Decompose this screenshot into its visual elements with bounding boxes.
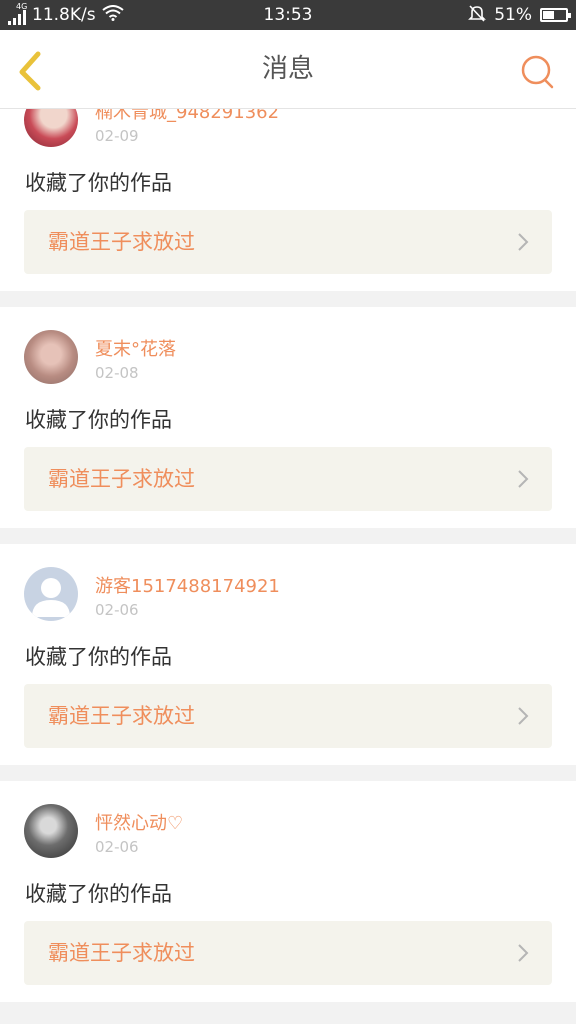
work-link[interactable]: 霸道王子求放过: [24, 684, 552, 748]
message-card: 怦然心动♡ 02-06 收藏了你的作品 霸道王子求放过: [0, 781, 576, 1002]
message-action: 收藏了你的作品: [25, 408, 172, 432]
default-user-icon: [32, 578, 70, 617]
message-action: 收藏了你的作品: [25, 645, 172, 669]
work-link[interactable]: 霸道王子求放过: [24, 921, 552, 985]
message-date: 02-08: [95, 364, 139, 382]
chevron-right-icon: [518, 470, 529, 488]
username[interactable]: 怦然心动♡: [95, 809, 183, 835]
chevron-right-icon: [518, 944, 529, 962]
username[interactable]: 夏末°花落: [95, 335, 176, 361]
app-header: 消息: [0, 30, 576, 109]
work-title: 霸道王子求放过: [48, 941, 195, 965]
status-bar: 4G 11.8K/s 13:53 51%: [0, 0, 576, 30]
search-icon: [521, 55, 554, 89]
battery-percent: 51%: [494, 5, 532, 25]
message-date: 02-06: [95, 838, 139, 856]
message-card: 游客1517488174921 02-06 收藏了你的作品 霸道王子求放过: [0, 544, 576, 765]
user-avatar[interactable]: [24, 567, 78, 621]
work-title: 霸道王子求放过: [48, 467, 195, 491]
work-link[interactable]: 霸道王子求放过: [24, 210, 552, 274]
status-right: 51%: [468, 0, 571, 30]
user-avatar[interactable]: [24, 330, 78, 384]
message-card: 夏末°花落 02-08 收藏了你的作品 霸道王子求放过: [0, 307, 576, 528]
message-action: 收藏了你的作品: [25, 171, 172, 195]
user-avatar[interactable]: [24, 804, 78, 858]
work-title: 霸道王子求放过: [48, 230, 195, 254]
silent-bell-icon: [468, 4, 487, 27]
battery-icon: [540, 8, 571, 22]
search-button[interactable]: [518, 52, 558, 92]
message-date: 02-06: [95, 601, 139, 619]
username[interactable]: 游客1517488174921: [95, 572, 280, 598]
message-date: 02-09: [95, 127, 139, 145]
page-title: 消息: [261, 54, 314, 84]
chevron-right-icon: [518, 707, 529, 725]
work-link[interactable]: 霸道王子求放过: [24, 447, 552, 511]
message-action: 收藏了你的作品: [25, 882, 172, 906]
work-title: 霸道王子求放过: [48, 704, 195, 728]
chevron-right-icon: [518, 233, 529, 251]
